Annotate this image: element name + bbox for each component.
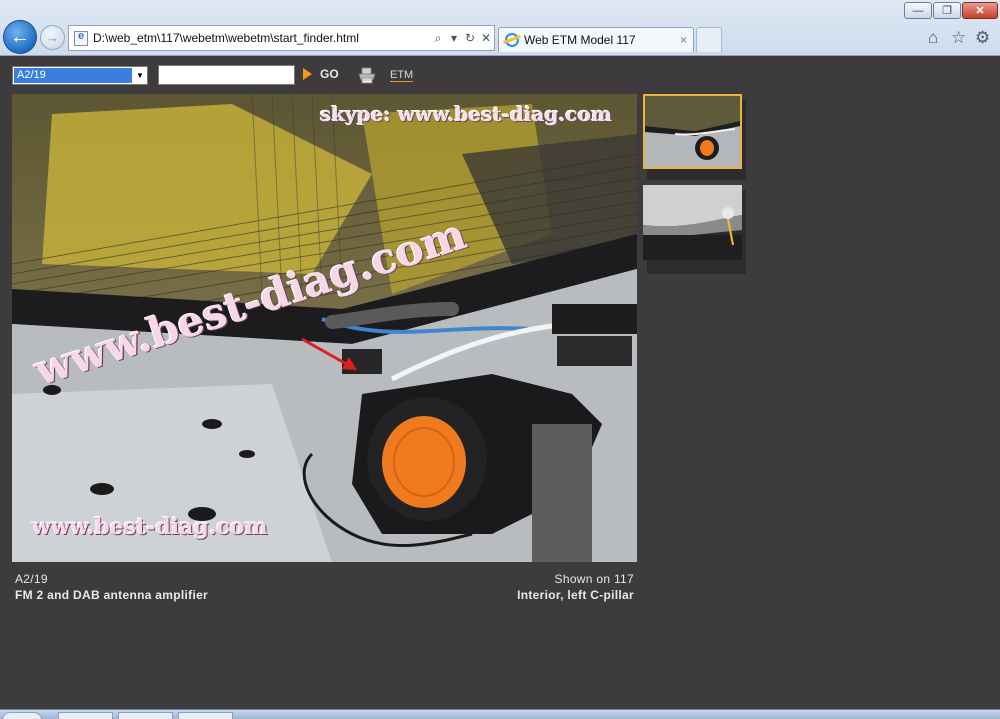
thumbnail-2[interactable] xyxy=(643,185,742,260)
go-label: GO xyxy=(320,67,339,81)
watermark-bottom: www.best-diag.com xyxy=(32,514,268,540)
component-select[interactable]: A2/19 ▼ xyxy=(12,66,148,85)
address-bar[interactable]: D:\web_etm\117\webetm\webetm\start_finde… xyxy=(68,25,495,51)
restore-icon: ❐ xyxy=(942,5,952,17)
stop-icon[interactable]: ✕ xyxy=(478,31,494,45)
go-button[interactable]: GO xyxy=(303,67,339,81)
restore-button[interactable]: ❐ xyxy=(933,2,961,19)
shown-on-label: Shown on 117 xyxy=(554,572,634,586)
watermark-top: skype: www.best-diag.com xyxy=(320,102,613,126)
component-search-input[interactable] xyxy=(158,65,295,85)
favorites-icon[interactable]: ☆ xyxy=(951,28,966,48)
chevron-down-icon[interactable]: ▼ xyxy=(133,67,147,84)
close-window-button[interactable]: ✕ xyxy=(962,2,998,19)
gear-icon[interactable]: ⚙ xyxy=(975,28,990,48)
new-tab-button[interactable] xyxy=(696,27,722,52)
chevron-down-icon[interactable]: ▾ xyxy=(446,31,462,45)
back-arrow-icon: ← xyxy=(10,25,30,48)
tab-close-icon[interactable]: × xyxy=(680,33,687,47)
taskbar-item[interactable] xyxy=(178,712,233,719)
minimize-icon: — xyxy=(912,4,924,17)
browser-chrome: ← → D:\web_etm\117\webetm\webetm\start_f… xyxy=(0,0,1000,56)
search-icon[interactable]: ⌕ xyxy=(430,31,446,46)
ie-logo-icon xyxy=(505,33,519,47)
component-photo: skype: www.best-diag.com www.best-diag.c… xyxy=(12,94,637,562)
component-description: FM 2 and DAB antenna amplifier xyxy=(15,588,209,602)
ie-page-icon xyxy=(74,30,88,46)
taskbar-item[interactable] xyxy=(58,712,113,719)
refresh-icon[interactable]: ↻ xyxy=(462,31,478,45)
address-url[interactable]: D:\web_etm\117\webetm\webetm\start_finde… xyxy=(93,31,430,45)
forward-button[interactable]: → xyxy=(40,25,65,50)
back-button[interactable]: ← xyxy=(3,20,37,54)
taskbar-item[interactable] xyxy=(118,712,173,719)
go-arrow-icon xyxy=(303,68,312,80)
home-icon[interactable]: ⌂ xyxy=(928,28,938,48)
tab-title: Web ETM Model 117 xyxy=(524,33,636,47)
print-icon[interactable] xyxy=(358,67,376,84)
component-location: Interior, left C-pillar xyxy=(517,588,634,602)
start-button[interactable] xyxy=(2,712,42,719)
close-icon: ✕ xyxy=(975,5,985,17)
thumbnail-1-selected[interactable] xyxy=(643,94,742,169)
tab-web-etm[interactable]: Web ETM Model 117 × xyxy=(498,27,694,52)
component-select-value: A2/19 xyxy=(14,68,132,83)
forward-arrow-icon: → xyxy=(46,30,59,45)
component-id: A2/19 xyxy=(15,572,48,586)
minimize-button[interactable]: — xyxy=(904,2,932,19)
etm-link[interactable]: ETM xyxy=(390,69,414,82)
